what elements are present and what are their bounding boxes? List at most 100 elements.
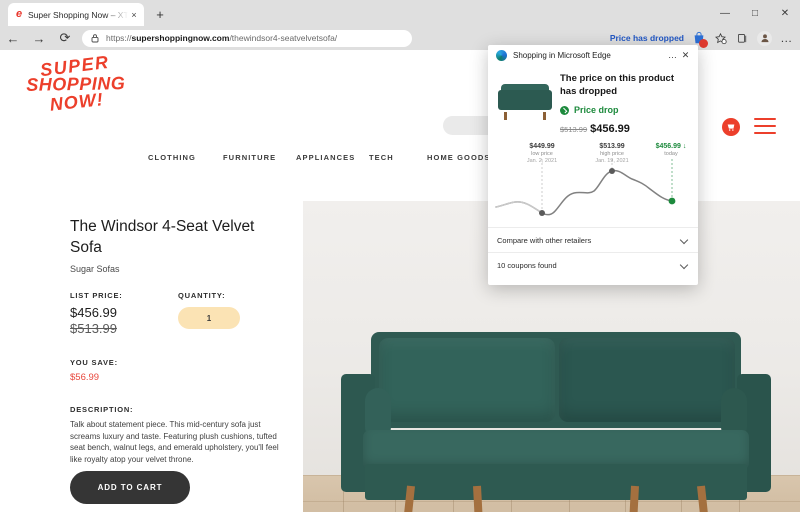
coupons-row[interactable]: 10 coupons found: [488, 252, 698, 277]
chart-marker-today: $456.99 ↓ today: [638, 143, 704, 158]
compare-retailers-row[interactable]: Compare with other retailers: [488, 227, 698, 252]
tab-title: Super Shopping Now – XT-90 Win: [28, 9, 128, 20]
list-price-label: LIST PRICE:: [70, 291, 123, 300]
popup-close-icon[interactable]: ✕: [679, 49, 692, 62]
chart-today-price: $456.99: [655, 143, 681, 150]
compare-retailers-label: Compare with other retailers: [497, 235, 592, 245]
description-block: DESCRIPTION: Talk about statement piece.…: [70, 405, 285, 465]
description-text: Talk about statement piece. This mid-cen…: [70, 420, 279, 464]
popup-price-row: $513.99 $456.99: [560, 119, 688, 137]
chart-marker-low: $449.99 low price Jan. 2, 2021: [506, 143, 578, 165]
nav-item-clothing[interactable]: CLOTHING: [148, 153, 223, 162]
popup-new-price: $456.99: [590, 123, 630, 135]
reload-icon[interactable]: ⟳: [52, 26, 78, 50]
popup-text: The price on this product has dropped Pr…: [560, 72, 688, 137]
product-info: The Windsor 4-Seat Velvet Sofa Sugar Sof…: [70, 216, 285, 465]
sofa-illustration: [341, 332, 771, 512]
popup-header: Shopping in Microsoft Edge … ✕: [488, 45, 698, 65]
nav-item-home-goods[interactable]: HOME GOODS: [427, 153, 494, 162]
chart-marker-low-date: Jan. 2, 2021: [526, 158, 558, 164]
browser-settings-icon[interactable]: …: [777, 29, 796, 48]
sofa-leg: [473, 485, 483, 512]
tab-close-icon[interactable]: ×: [128, 9, 140, 21]
chart-point-today: [668, 197, 676, 205]
maximize-button[interactable]: □: [740, 0, 770, 26]
lock-icon: [91, 34, 99, 43]
price-block: LIST PRICE: $456.99 $513.99: [70, 291, 170, 336]
back-icon[interactable]: ←: [0, 26, 26, 50]
favorites-star-icon[interactable]: [711, 29, 730, 48]
popup-status-badge: Price drop: [560, 105, 688, 115]
chart-point-high: [609, 168, 615, 174]
original-price: $513.99: [70, 321, 117, 336]
add-to-cart-button[interactable]: ADD TO CART: [70, 471, 190, 504]
shopping-cart-icon[interactable]: [722, 118, 740, 136]
product-brand: Sugar Sofas: [70, 264, 120, 274]
tab-favicon-icon: e: [15, 8, 23, 20]
quantity-label: QUANTITY:: [178, 291, 226, 300]
url-host: supershoppingnow.com: [131, 33, 230, 43]
sofa-leg: [697, 485, 709, 512]
you-save-label: YOU SAVE:: [70, 358, 118, 367]
hamburger-bar: [754, 118, 776, 120]
popup-title: Shopping in Microsoft Edge: [513, 50, 611, 60]
sofa-back-cushion-right: [559, 338, 735, 422]
popup-headline: The price on this product has dropped: [560, 73, 675, 97]
down-arrow-icon: ↓: [682, 143, 687, 150]
edge-shopping-popup: Shopping in Microsoft Edge … ✕ The price…: [488, 45, 698, 285]
window-controls: — □ ✕: [710, 0, 800, 26]
chart-marker-today-kind: today: [664, 151, 678, 157]
popup-product-thumbnail: [496, 80, 554, 122]
new-tab-button[interactable]: +: [152, 6, 168, 22]
chart-marker-high-date: Jan. 19, 2021: [595, 158, 629, 164]
tab-strip: e Super Shopping Now – XT-90 Win × + — □…: [0, 0, 800, 26]
popup-more-icon[interactable]: …: [666, 49, 679, 62]
url-scheme: https://: [106, 33, 132, 43]
main-navigation: CLOTHING FURNITURE APPLIANCES TECH HOME …: [148, 153, 501, 162]
url-path: /thewindsor4-seatvelvetsofa/: [229, 33, 338, 43]
nav-item-appliances[interactable]: APPLIANCES: [296, 153, 369, 162]
chart-marker-today-value: $456.99 ↓: [638, 143, 704, 151]
chevron-down-icon[interactable]: [680, 236, 689, 245]
sofa-base: [365, 464, 747, 512]
sofa-leg: [403, 485, 415, 512]
quantity-stepper[interactable]: 1: [178, 307, 240, 329]
chart-marker-low-value: $449.99: [529, 143, 555, 150]
chevron-down-icon[interactable]: [680, 261, 689, 270]
hamburger-menu-icon[interactable]: [754, 118, 776, 134]
you-save-block: YOU SAVE: $56.99: [70, 358, 285, 383]
price-drop-check-icon: [560, 105, 569, 115]
price-history-chart: $449.99 low price Jan. 2, 2021 $513.99 h…: [492, 143, 694, 221]
chart-point-low: [539, 210, 545, 216]
quantity-block: QUANTITY: 1: [178, 291, 240, 336]
hamburger-bar: [754, 125, 776, 127]
nav-item-tech[interactable]: TECH: [369, 153, 427, 162]
popup-body: The price on this product has dropped Pr…: [488, 65, 698, 137]
popup-status-label: Price drop: [574, 105, 619, 115]
description-label: DESCRIPTION:: [70, 405, 134, 414]
shopping-bag-badge: [699, 38, 708, 48]
collections-icon[interactable]: [733, 29, 752, 48]
price-and-quantity-row: LIST PRICE: $456.99 $513.99 QUANTITY: 1: [70, 291, 285, 336]
profile-avatar-icon[interactable]: [755, 29, 774, 48]
you-save-amount: $56.99: [70, 372, 100, 383]
site-logo[interactable]: SUPER SHOPPING NOW!: [15, 52, 138, 121]
browser-window: e Super Shopping Now – XT-90 Win × + — □…: [0, 0, 800, 512]
sofa-back-cushion-left: [379, 338, 555, 422]
browser-chrome: e Super Shopping Now – XT-90 Win × + — □…: [0, 0, 800, 50]
microsoft-edge-icon: [496, 49, 507, 61]
browser-tab[interactable]: e Super Shopping Now – XT-90 Win ×: [8, 3, 144, 26]
hamburger-bar: [754, 132, 776, 134]
close-window-button[interactable]: ✕: [770, 0, 800, 26]
current-price: $456.99: [70, 305, 117, 320]
chart-marker-low-kind: low price: [531, 151, 553, 157]
nav-item-furniture[interactable]: FURNITURE: [223, 153, 296, 162]
popup-old-price: $513.99: [560, 125, 588, 134]
price-alert-label[interactable]: Price has dropped: [610, 33, 684, 43]
address-bar-url: https://supershoppingnow.com/thewindsor4…: [106, 33, 337, 43]
forward-icon[interactable]: →: [26, 26, 52, 50]
page-title: The Windsor 4-Seat Velvet Sofa: [70, 218, 255, 256]
address-bar[interactable]: https://supershoppingnow.com/thewindsor4…: [82, 29, 412, 47]
coupons-label: 10 coupons found: [497, 260, 557, 270]
minimize-button[interactable]: —: [710, 0, 740, 26]
